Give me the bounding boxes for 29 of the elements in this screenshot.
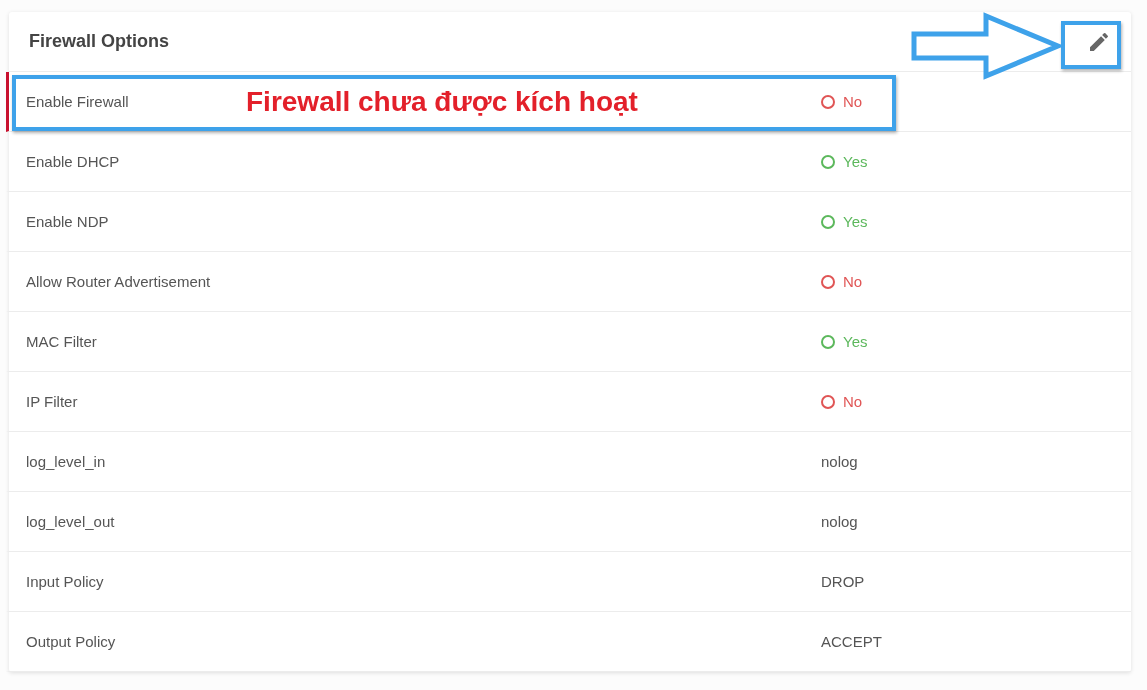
setting-label: Enable NDP — [26, 212, 109, 230]
setting-label: Enable DHCP — [26, 152, 120, 170]
setting-label: Enable Firewall — [26, 92, 129, 110]
circle-icon — [821, 154, 835, 169]
setting-label: Input Policy — [26, 572, 104, 590]
setting-label: IP Filter — [26, 392, 78, 410]
arrow-annotation-icon — [910, 12, 1062, 80]
setting-value: ACCEPT — [821, 633, 882, 650]
annotation-text: Firewall chưa được kích hoạt — [246, 86, 638, 118]
setting-value: nolog — [821, 513, 858, 530]
circle-icon — [821, 214, 835, 229]
setting-label: MAC Filter — [26, 332, 97, 350]
circle-icon — [821, 394, 835, 409]
status-value: Yes — [821, 213, 868, 230]
card-title: Firewall Options — [29, 31, 170, 52]
setting-value: nolog — [821, 453, 858, 470]
setting-label: log_level_out — [26, 512, 115, 530]
circle-icon — [821, 94, 835, 109]
status-value: No — [821, 393, 863, 410]
circle-icon — [821, 274, 835, 289]
status-value: No — [821, 93, 863, 110]
circle-icon — [821, 334, 835, 349]
setting-label: Allow Router Advertisement — [26, 272, 211, 290]
status-value: Yes — [821, 153, 868, 170]
status-value: No — [821, 273, 863, 290]
setting-value: DROP — [821, 573, 865, 590]
setting-label: Output Policy — [26, 632, 116, 650]
status-value: Yes — [821, 333, 868, 350]
setting-label: log_level_in — [26, 452, 106, 470]
